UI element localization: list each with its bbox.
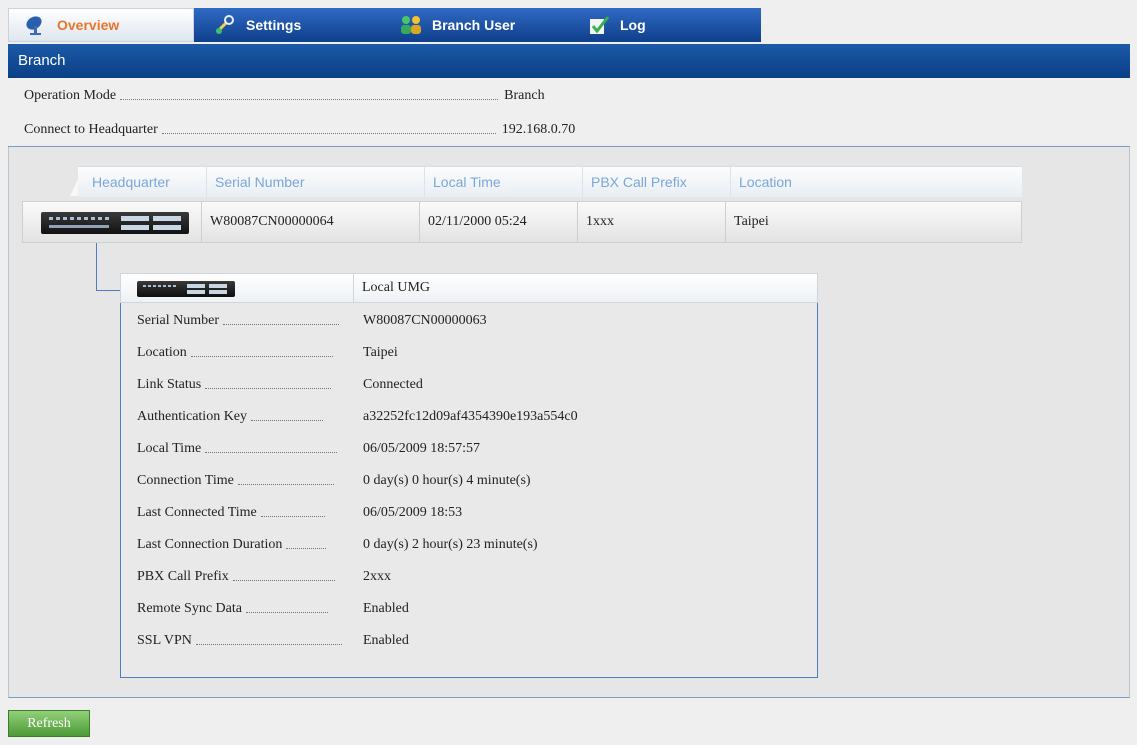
detail-value: Connected xyxy=(363,377,423,392)
dotted-leader xyxy=(245,611,328,613)
table-row[interactable]: W80087CN00000064 02/11/2000 05:24 1xxx T… xyxy=(22,201,1022,243)
detail-value: Enabled xyxy=(363,601,409,616)
dotted-leader xyxy=(232,579,335,581)
col-location: Location xyxy=(730,167,1022,197)
hq-location: Taipei xyxy=(725,202,1021,242)
settings-tools-icon xyxy=(212,13,238,37)
log-checklist-icon xyxy=(586,13,612,37)
dotted-leader xyxy=(251,419,324,421)
operation-mode-row: Operation Mode Branch xyxy=(24,88,599,104)
detail-row-serial-number: Serial Number W80087CN00000063 xyxy=(137,313,487,329)
local-umg-device-icon xyxy=(137,281,235,297)
col-serial-number: Serial Number xyxy=(206,167,424,197)
operation-mode-value: Branch xyxy=(504,88,545,103)
users-icon xyxy=(398,13,424,37)
tree-connector xyxy=(96,243,97,290)
detail-row-local-time: Local Time 06/05/2009 18:57:57 xyxy=(137,441,480,457)
detail-label: Remote Sync Data xyxy=(137,601,242,616)
detail-row-last-connected-time: Last Connected Time 06/05/2009 18:53 xyxy=(137,505,462,521)
tab-settings-label: Settings xyxy=(246,17,302,33)
refresh-button[interactable]: Refresh xyxy=(8,710,90,737)
detail-label: Link Status xyxy=(137,377,202,392)
dotted-leader xyxy=(195,643,342,645)
headquarter-device-icon xyxy=(41,212,189,234)
tree-connector xyxy=(96,290,121,291)
dotted-leader xyxy=(223,323,340,325)
tab-settings[interactable]: Settings xyxy=(194,8,384,42)
detail-label: Local Time xyxy=(137,441,202,456)
detail-label: Authentication Key xyxy=(137,409,248,424)
dotted-leader xyxy=(260,515,325,517)
detail-value: 06/05/2009 18:57:57 xyxy=(363,441,481,456)
detail-row-last-connection-duration: Last Connection Duration 0 day(s) 2 hour… xyxy=(137,537,538,553)
connect-hq-label: Connect to Headquarter xyxy=(24,122,158,137)
hq-table-header: Headquarter Serial Number Local Time PBX… xyxy=(78,166,1022,197)
main-tab-bar: Overview Settings Branch User Log xyxy=(8,8,761,42)
dotted-leader xyxy=(286,547,327,549)
detail-row-pbx-call-prefix: PBX Call Prefix 2xxx xyxy=(137,569,391,585)
detail-label: Location xyxy=(137,345,187,360)
detail-value: 06/05/2009 18:53 xyxy=(363,505,463,520)
dotted-leader xyxy=(205,387,332,389)
detail-row-remote-sync-data: Remote Sync Data Enabled xyxy=(137,601,409,617)
dotted-leader xyxy=(237,483,334,485)
tab-overview-label: Overview xyxy=(57,17,120,33)
connect-hq-value: 192.168.0.70 xyxy=(501,122,576,137)
connect-hq-row: Connect to Headquarter 192.168.0.70 xyxy=(24,122,654,138)
detail-row-link-status: Link Status Connected xyxy=(137,377,423,393)
detail-row-authentication-key: Authentication Key a32252fc12d09af435439… xyxy=(137,409,578,425)
operation-mode-label: Operation Mode xyxy=(24,88,117,103)
detail-label: Last Connection Duration xyxy=(137,537,283,552)
col-headquarter: Headquarter xyxy=(92,174,170,190)
tab-log-label: Log xyxy=(620,17,646,33)
detail-label: Connection Time xyxy=(137,473,234,488)
hq-serial-number: W80087CN00000064 xyxy=(201,202,419,242)
dotted-leader xyxy=(205,451,338,453)
hq-local-time: 02/11/2000 05:24 xyxy=(419,202,577,242)
col-pbx-call-prefix: PBX Call Prefix xyxy=(582,167,730,197)
local-umg-header: Local UMG xyxy=(120,273,818,303)
detail-row-connection-time: Connection Time 0 day(s) 0 hour(s) 4 min… xyxy=(137,473,531,489)
detail-value: Taipei xyxy=(363,345,398,360)
detail-label: SSL VPN xyxy=(137,633,192,648)
detail-value: 2xxx xyxy=(363,569,391,584)
detail-label: Last Connected Time xyxy=(137,505,257,520)
tab-log[interactable]: Log xyxy=(572,8,761,42)
dotted-leader xyxy=(190,355,333,357)
local-umg-title: Local UMG xyxy=(362,280,431,295)
dotted-leader xyxy=(161,132,496,134)
detail-value: W80087CN00000063 xyxy=(363,313,487,328)
detail-value: 0 day(s) 2 hour(s) 23 minute(s) xyxy=(363,537,538,552)
column-divider xyxy=(353,274,354,302)
detail-value: 0 day(s) 0 hour(s) 4 minute(s) xyxy=(363,473,531,488)
section-title: Branch xyxy=(18,52,66,69)
detail-label: PBX Call Prefix xyxy=(137,569,229,584)
detail-value: Enabled xyxy=(363,633,409,648)
detail-row-ssl-vpn: SSL VPN Enabled xyxy=(137,633,409,649)
detail-value: a32252fc12d09af4354390e193a554c0 xyxy=(363,409,578,424)
detail-label: Serial Number xyxy=(137,313,220,328)
satellite-dish-icon xyxy=(23,13,49,37)
tab-overview[interactable]: Overview xyxy=(8,8,194,42)
dotted-leader xyxy=(120,98,499,100)
hq-pbx-call-prefix: 1xxx xyxy=(577,202,725,242)
tab-branch-user-label: Branch User xyxy=(432,17,516,33)
detail-row-location: Location Taipei xyxy=(137,345,398,361)
tab-branch-user[interactable]: Branch User xyxy=(384,8,572,42)
col-local-time: Local Time xyxy=(424,167,582,197)
section-header: Branch xyxy=(8,44,1130,78)
